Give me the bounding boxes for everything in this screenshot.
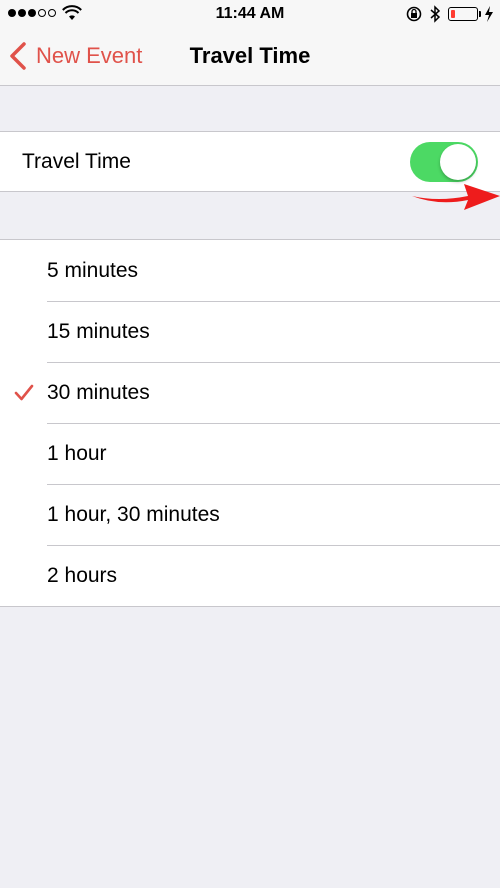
option-label: 1 hour, 30 minutes [47, 503, 220, 526]
option-label: 5 minutes [47, 259, 139, 282]
red-arrow-icon [412, 184, 500, 210]
status-bar: 11:44 AM [0, 0, 500, 28]
battery-tip [479, 11, 481, 17]
option-label: 15 minutes [47, 320, 150, 343]
option-30-minutes[interactable]: 30 minutes [0, 362, 500, 423]
option-1-hour-30-minutes[interactable]: 1 hour, 30 minutes [0, 484, 500, 545]
switch-knob [440, 144, 476, 180]
option-label: 2 hours [47, 564, 118, 587]
charging-bolt-icon [485, 6, 493, 22]
battery-icon [448, 7, 478, 21]
toggle-label: Travel Time [22, 150, 131, 173]
option-2-hours[interactable]: 2 hours [0, 545, 500, 606]
option-15-minutes[interactable]: 15 minutes [0, 301, 500, 362]
page-title: Travel Time [189, 43, 311, 68]
checkmark-icon [14, 384, 34, 401]
option-label: 1 hour [47, 442, 107, 465]
battery-level [451, 10, 456, 18]
bluetooth-icon [430, 5, 441, 23]
travel-time-options-list: 5 minutes 15 minutes 30 minutes 1 hour 1… [0, 239, 500, 607]
option-1-hour[interactable]: 1 hour [0, 423, 500, 484]
rotation-lock-icon [406, 6, 422, 22]
option-5-minutes[interactable]: 5 minutes [0, 240, 500, 301]
option-label: 30 minutes [47, 381, 150, 404]
nav-bar: New Event Travel Time [0, 28, 500, 86]
status-time: 11:44 AM [215, 5, 285, 22]
